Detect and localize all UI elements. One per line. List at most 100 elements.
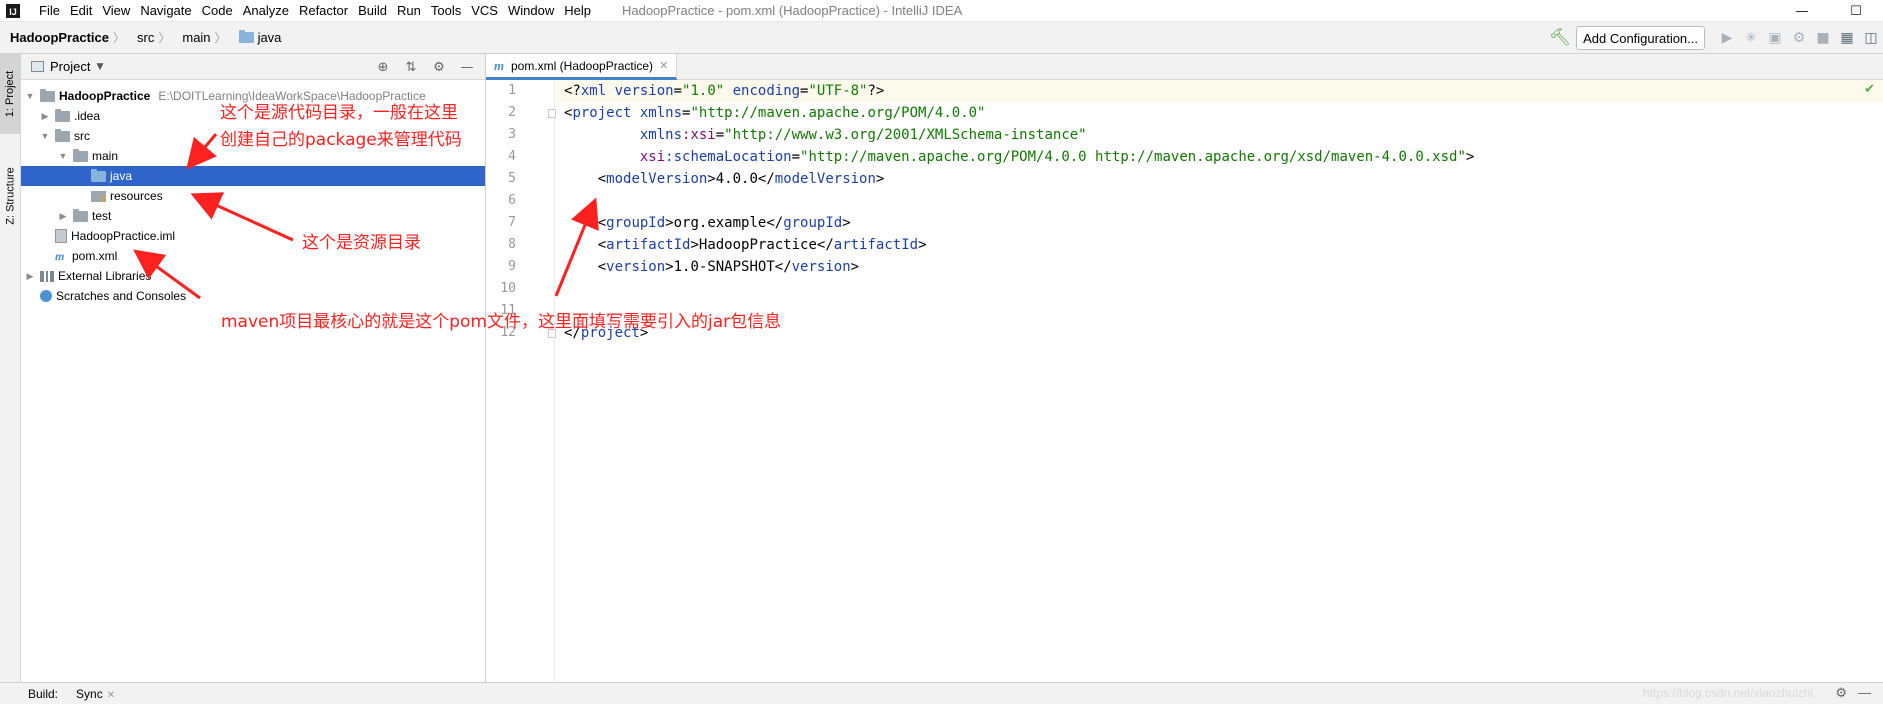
collapsed-arrow-icon[interactable]: ▶: [39, 111, 51, 122]
breadcrumb-project[interactable]: HadoopPractice: [0, 30, 111, 45]
project-tool-tab[interactable]: 1: Project: [0, 54, 21, 134]
close-icon[interactable]: ✕: [107, 690, 115, 701]
menu-vcs[interactable]: VCS: [466, 3, 503, 18]
menu-refactor[interactable]: Refactor: [294, 3, 353, 18]
profile-icon[interactable]: ⚙: [1787, 26, 1811, 50]
folder-icon: [55, 108, 70, 122]
tree-item-test[interactable]: ▶ test: [21, 206, 485, 226]
scratches-icon: [40, 290, 52, 302]
tree-item-java[interactable]: java: [21, 166, 485, 186]
build-label: Build:: [28, 686, 59, 701]
structure-tool-tab-label: Z: Structure: [4, 167, 17, 225]
menu-help[interactable]: Help: [559, 3, 596, 18]
menu-run[interactable]: Run: [392, 3, 426, 18]
tree-item-external-libraries[interactable]: ▶ External Libraries: [21, 266, 485, 286]
maven-file-icon: m: [494, 57, 505, 73]
locate-file-icon[interactable]: ⊕: [369, 56, 397, 78]
menu-window[interactable]: Window: [503, 3, 559, 18]
line-number: 6: [508, 193, 516, 208]
menu-analyze[interactable]: Analyze: [238, 3, 294, 18]
tree-item-label: main: [92, 149, 119, 163]
library-icon: [40, 270, 54, 282]
resources-folder-icon: [91, 190, 106, 202]
tree-item-label: pom.xml: [72, 249, 118, 263]
tree-item-label: src: [74, 129, 90, 143]
maximize-icon[interactable]: ☐: [1829, 0, 1883, 22]
menu-edit[interactable]: Edit: [65, 3, 97, 18]
project-panel-title[interactable]: Project: [50, 59, 90, 74]
line-number: 5: [508, 171, 516, 186]
source-folder-icon: [238, 30, 254, 43]
tree-item-scratches[interactable]: Scratches and Consoles: [21, 286, 485, 306]
code-line-4: xsi:schemaLocation="http://maven.apache.…: [564, 149, 1475, 165]
chevron-down-icon[interactable]: ▼: [96, 62, 103, 72]
fold-marker-icon[interactable]: [548, 109, 556, 118]
build-hammer-icon[interactable]: 🔨︎: [1548, 26, 1572, 50]
annotation-source-dir-line2: 创建自己的package来管理代码: [220, 130, 462, 150]
project-tool-tab-label: 1: Project: [4, 70, 17, 118]
menu-view[interactable]: View: [97, 3, 135, 18]
tree-item-resources[interactable]: resources: [21, 186, 485, 206]
expanded-arrow-icon[interactable]: ▼: [57, 151, 69, 161]
gear-icon[interactable]: ⚙: [425, 56, 453, 78]
tree-item-label: HadoopPractice: [59, 89, 151, 103]
watermark: https://blog.csdn.net/xiaozhuizhi: [1642, 686, 1813, 700]
left-tool-strip: 1: Project Z: Structure: [0, 54, 21, 682]
editor-panel: m pom.xml (HadoopPractice) ✕ 1 2 3 4 5 6…: [486, 54, 1883, 682]
tree-item-label: .idea: [74, 109, 101, 123]
navigation-bar: HadoopPractice 〉 src 〉 main 〉 java 🔨︎ Ad…: [0, 22, 1883, 54]
tree-item-label: Scratches and Consoles: [56, 289, 187, 303]
search-everywhere-icon[interactable]: ◫: [1859, 26, 1883, 50]
tree-item-label: test: [92, 209, 112, 223]
menu-bar: IJ File Edit View Navigate Code Analyze …: [0, 0, 1883, 22]
expanded-arrow-icon[interactable]: ▼: [39, 131, 51, 141]
code-line-7: <groupId>org.example</groupId>: [564, 215, 851, 231]
project-structure-icon[interactable]: ▦: [1835, 26, 1859, 50]
collapsed-arrow-icon[interactable]: ▶: [57, 211, 69, 222]
annotation-source-dir-line1: 这个是源代码目录，一般在这里: [220, 103, 458, 123]
menu-build[interactable]: Build: [353, 3, 392, 18]
breadcrumb-main[interactable]: main: [172, 30, 212, 45]
debug-icon[interactable]: ✳: [1739, 26, 1763, 50]
tree-item-label: resources: [110, 189, 163, 203]
stop-icon[interactable]: ■: [1811, 26, 1835, 50]
run-icon[interactable]: ▶: [1715, 26, 1739, 50]
line-number: 1: [508, 83, 516, 98]
annotation-pom-note: maven项目最核心的就是这个pom文件，这里面填写需要引入的jar包信息: [221, 312, 782, 332]
code-line-9: <version>1.0-SNAPSHOT</version>: [564, 259, 860, 275]
collapse-all-icon[interactable]: ⇅: [397, 56, 425, 78]
breadcrumb-java[interactable]: java: [229, 30, 284, 45]
line-number: 9: [508, 259, 516, 274]
sync-tab[interactable]: Sync ✕: [76, 687, 115, 701]
folder-icon: [73, 208, 88, 222]
hide-panel-icon[interactable]: —: [453, 56, 481, 78]
editor-tab-label: pom.xml (HadoopPractice): [511, 58, 654, 73]
code-editor[interactable]: <?xml version="1.0" encoding="UTF-8"?> <…: [556, 80, 1883, 682]
project-view-icon: [31, 61, 44, 72]
code-line-3: xmlns:xsi="http://www.w3.org/2001/XMLSch…: [564, 127, 1087, 143]
add-configuration-button[interactable]: Add Configuration...: [1576, 26, 1705, 50]
collapsed-arrow-icon[interactable]: ▶: [24, 271, 36, 282]
coverage-icon[interactable]: ▣: [1763, 26, 1787, 50]
chevron-right-icon: 〉: [214, 31, 227, 45]
editor-tab-pom[interactable]: m pom.xml (HadoopPractice) ✕: [486, 54, 678, 80]
expanded-arrow-icon[interactable]: ▼: [24, 91, 36, 101]
tree-item-label: java: [110, 169, 133, 183]
hide-panel-icon[interactable]: —: [1858, 685, 1871, 700]
menu-tools[interactable]: Tools: [426, 3, 466, 18]
source-folder-icon: [91, 168, 106, 182]
minimize-icon[interactable]: —: [1775, 0, 1829, 22]
code-line-8: <artifactId>HadoopPractice</artifactId>: [564, 237, 927, 253]
close-icon[interactable]: ✕: [659, 59, 668, 72]
gear-icon[interactable]: ⚙: [1835, 685, 1847, 701]
menu-code[interactable]: Code: [197, 3, 238, 18]
menu-file[interactable]: File: [34, 3, 65, 18]
maven-file-icon: m: [55, 248, 65, 263]
iml-file-icon: [55, 229, 67, 243]
menu-navigate[interactable]: Navigate: [135, 3, 196, 18]
breadcrumb-src[interactable]: src: [127, 30, 156, 45]
code-line-5: <modelVersion>4.0.0</modelVersion>: [564, 171, 885, 187]
breadcrumb-java-label: java: [257, 30, 282, 45]
structure-tool-tab[interactable]: Z: Structure: [0, 146, 21, 246]
annotation-resource-dir: 这个是资源目录: [302, 233, 421, 253]
